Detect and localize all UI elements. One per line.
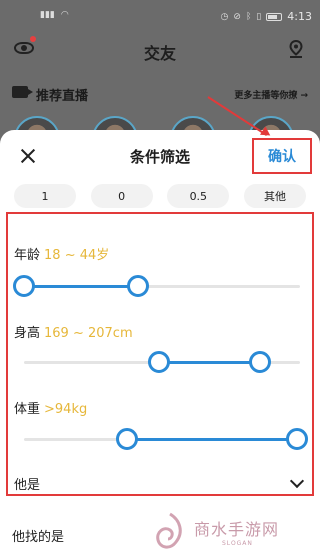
app-title: 交友 bbox=[143, 44, 176, 63]
chevron-down-icon[interactable] bbox=[289, 473, 305, 489]
age-max-handle[interactable] bbox=[127, 275, 149, 297]
wifi-icon: ◠ bbox=[60, 10, 69, 20]
age-slider-track[interactable] bbox=[13, 275, 300, 297]
vibrate-icon: ▯ bbox=[256, 11, 262, 22]
bluetooth-icon: ᛒ bbox=[245, 11, 252, 22]
live-section-title: 推荐直播 bbox=[36, 89, 89, 104]
age-min-handle[interactable] bbox=[13, 275, 35, 297]
chip-option[interactable]: 其他 bbox=[243, 184, 306, 208]
height-min-handle[interactable] bbox=[148, 351, 170, 373]
seeking-label[interactable]: 他找的是 bbox=[12, 526, 64, 545]
age-value: 18 ~ 44岁 bbox=[44, 248, 110, 263]
watermark-slogan: SLOGAN bbox=[222, 540, 253, 547]
mute-icon: ⊘ bbox=[233, 11, 241, 22]
height-slider-track[interactable] bbox=[24, 351, 300, 373]
chip-option[interactable]: 0 bbox=[90, 184, 153, 208]
height-max-handle[interactable] bbox=[249, 351, 271, 373]
confirm-button[interactable]: 确认 bbox=[252, 138, 312, 174]
weight-label: 体重 bbox=[14, 402, 41, 417]
status-right-icons: ◷ ⊘ ᛒ ▯ 4:13 bbox=[221, 10, 312, 23]
watermark-logo bbox=[156, 512, 182, 549]
option-chips: 1 0 0.5 其他 bbox=[14, 184, 306, 210]
height-label: 身高 bbox=[14, 326, 41, 341]
age-label: 年龄 bbox=[14, 248, 41, 263]
alarm-icon: ◷ bbox=[220, 11, 229, 22]
he-is-row[interactable]: 他是 bbox=[8, 472, 312, 494]
weight-min-handle[interactable] bbox=[116, 428, 138, 450]
weight-value: >94kg bbox=[44, 402, 88, 417]
status-bar: ▮▮▮ ◠ ◷ ⊘ ᛒ ▯ 4:13 bbox=[0, 0, 320, 30]
age-slider-fill bbox=[24, 285, 138, 288]
filter-highlight-box: 年龄 18 ~ 44岁 身高 169 ~ 207cm 体重 >94kg 他是 bbox=[6, 212, 314, 496]
more-streamers-link[interactable]: 更多主播等你撩 → bbox=[234, 88, 308, 101]
weight-max-handle[interactable] bbox=[286, 428, 308, 450]
height-label-row: 身高 169 ~ 207cm bbox=[14, 322, 133, 341]
he-is-label: 他是 bbox=[14, 478, 41, 493]
live-video-icon bbox=[12, 86, 33, 98]
weight-slider-track[interactable] bbox=[24, 428, 308, 450]
watermark-text: 商水手游网 bbox=[194, 520, 280, 539]
battery-icon bbox=[266, 12, 283, 21]
weight-label-row: 体重 >94kg bbox=[14, 398, 87, 417]
status-left-icons: ▮▮▮ ◠ bbox=[40, 10, 69, 20]
status-time: 4:13 bbox=[287, 10, 312, 23]
height-slider-fill bbox=[159, 361, 260, 364]
age-label-row: 年龄 18 ~ 44岁 bbox=[14, 244, 109, 263]
weight-slider-fill bbox=[127, 438, 297, 441]
watermark: 商水手游网 SLOGAN bbox=[152, 510, 314, 554]
chip-option[interactable]: 0.5 bbox=[167, 184, 230, 208]
app-header: 交友 bbox=[0, 30, 320, 72]
live-section-header: 推荐直播 更多主播等你撩 → bbox=[0, 80, 320, 108]
chip-option[interactable]: 1 bbox=[14, 184, 76, 208]
location-icon[interactable] bbox=[288, 40, 304, 58]
height-value: 169 ~ 207cm bbox=[44, 326, 133, 341]
signal-icon: ▮▮▮ bbox=[40, 10, 55, 20]
